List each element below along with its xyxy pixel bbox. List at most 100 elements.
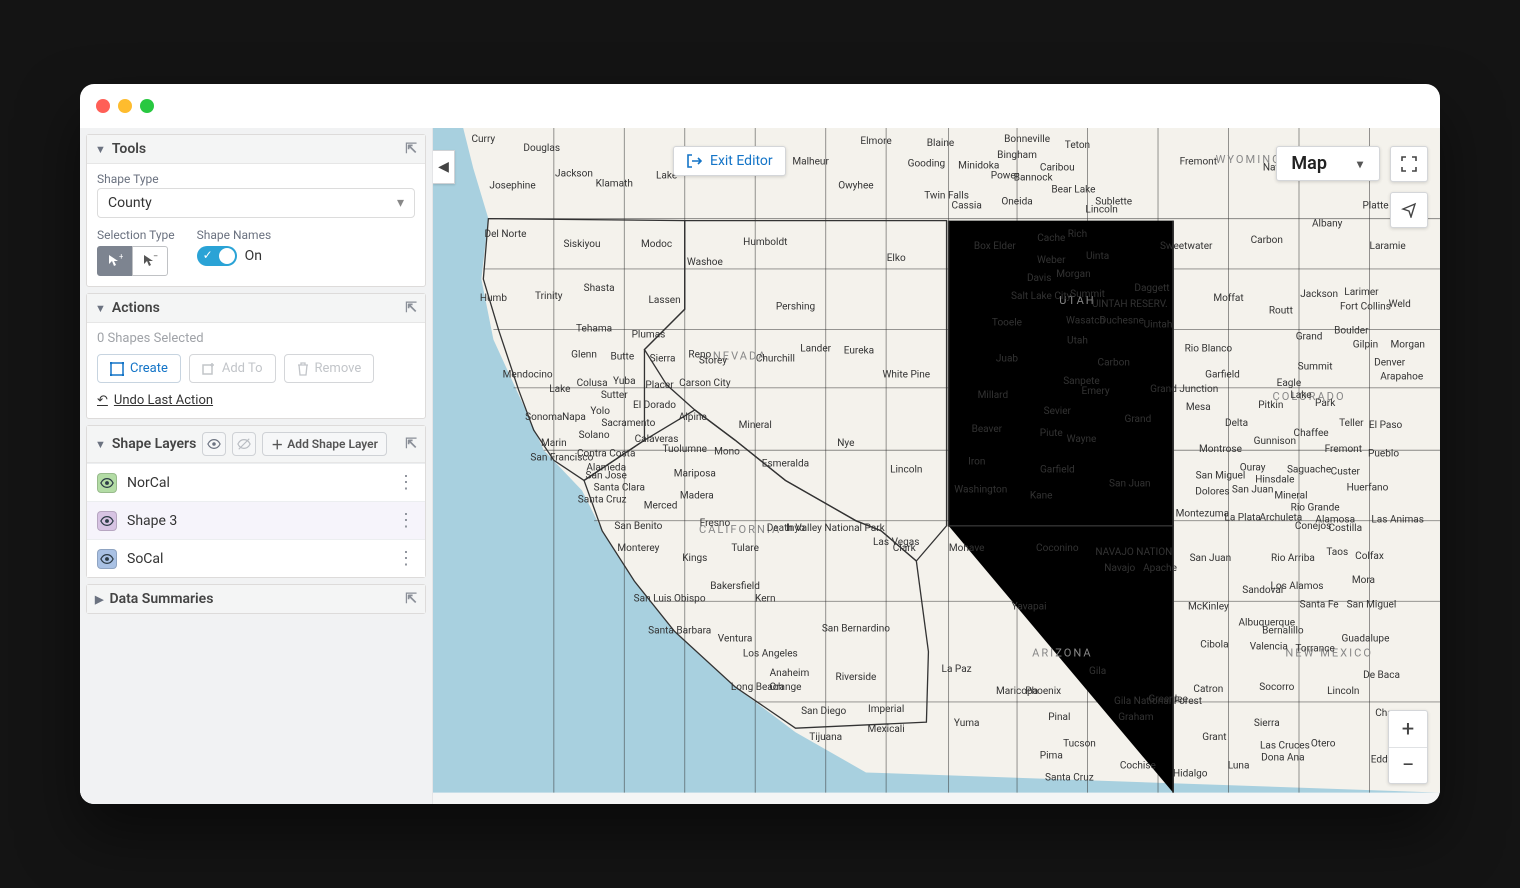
check-icon: ✓ <box>203 248 213 262</box>
locate-button[interactable] <box>1390 192 1428 228</box>
shapes-selected-text: 0 Shapes Selected <box>97 331 415 346</box>
shape-type-label: Shape Type <box>97 172 415 186</box>
exit-editor-button[interactable]: Exit Editor <box>673 146 786 176</box>
fullscreen-button[interactable] <box>1390 146 1428 182</box>
shape-type-select[interactable]: County ▾ <box>97 188 415 218</box>
eye-icon <box>98 474 116 492</box>
eye-icon <box>98 550 116 568</box>
fullscreen-icon <box>1401 156 1417 172</box>
layer-swatch[interactable] <box>97 549 117 569</box>
eye-icon <box>98 512 116 530</box>
selection-add-button[interactable]: + <box>97 246 133 276</box>
layer-swatch[interactable] <box>97 473 117 493</box>
map-type-selector[interactable]: Map ▾ <box>1276 146 1380 181</box>
actions-panel-header[interactable]: ▼ Actions ⇱ <box>87 294 425 323</box>
create-label: Create <box>130 361 168 376</box>
layers-list: NorCal⋮Shape 3⋮SoCal⋮ <box>87 463 425 577</box>
chevron-down-icon: ▼ <box>95 438 106 451</box>
minus-icon: − <box>1402 753 1415 778</box>
shape-names-toggle[interactable]: ✓ <box>197 246 237 266</box>
add-to-icon <box>202 362 216 376</box>
remove-button[interactable]: Remove <box>284 354 375 383</box>
kebab-icon[interactable]: ⋮ <box>397 510 415 531</box>
actions-title: Actions <box>112 300 160 316</box>
actions-panel: ▼ Actions ⇱ 0 Shapes Selected Create <box>86 293 426 419</box>
show-all-layers-button[interactable] <box>202 432 226 456</box>
locate-icon <box>1401 202 1417 218</box>
zoom-out-button[interactable]: − <box>1389 747 1427 783</box>
popout-icon[interactable]: ⇱ <box>405 300 417 316</box>
polygon-icon <box>110 362 124 376</box>
window-minimize-button[interactable] <box>118 99 132 113</box>
state-label: NEVADA <box>713 350 767 363</box>
exit-icon <box>686 153 702 169</box>
plus-icon: ＋ <box>271 436 283 453</box>
window-close-button[interactable] <box>96 99 110 113</box>
state-label: ARIZONA <box>1032 647 1092 660</box>
state-label: COLORADO <box>1273 390 1346 403</box>
popout-icon[interactable]: ⇱ <box>405 141 417 157</box>
chevron-left-icon: ◀ <box>438 159 449 175</box>
toggle-knob <box>219 248 235 264</box>
app-window: ▼ Tools ⇱ Shape Type County ▾ Selection … <box>80 84 1440 804</box>
selection-remove-button[interactable]: − <box>132 246 168 276</box>
hide-all-layers-button[interactable] <box>232 432 256 456</box>
chevron-right-icon: ▶ <box>95 593 103 606</box>
add-shape-layer-label: Add Shape Layer <box>287 437 378 451</box>
tools-panel-header[interactable]: ▼ Tools ⇱ <box>87 135 425 164</box>
chevron-down-icon: ▾ <box>1357 157 1363 171</box>
shape-names-label: Shape Names <box>197 228 272 242</box>
layer-swatch[interactable] <box>97 511 117 531</box>
selection-type-label: Selection Type <box>97 228 175 242</box>
plus-icon: + <box>1402 717 1414 742</box>
tools-panel: ▼ Tools ⇱ Shape Type County ▾ Selection … <box>86 134 426 287</box>
undo-icon: ↶ <box>97 393 108 408</box>
map-canvas[interactable]: ◀ Exit Editor Map ▾ + − <box>432 128 1440 804</box>
map-type-label: Map <box>1291 153 1327 174</box>
trash-icon <box>297 362 309 376</box>
addto-label: Add To <box>222 361 263 376</box>
svg-text:+: + <box>119 253 123 261</box>
shape-layers-title: Shape Layers <box>112 436 196 452</box>
sidebar-collapse-button[interactable]: ◀ <box>433 150 455 184</box>
data-summaries-title: Data Summaries <box>109 591 213 607</box>
add-shape-layer-button[interactable]: ＋ Add Shape Layer <box>262 432 387 456</box>
layer-row[interactable]: Shape 3 ⋮ <box>87 501 425 539</box>
eye-icon <box>207 437 221 451</box>
remove-label: Remove <box>315 361 362 376</box>
shape-names-state: On <box>245 248 262 264</box>
selection-type-buttons: + − <box>97 246 175 276</box>
undo-label: Undo Last Action <box>114 393 213 408</box>
state-label: UTAH <box>1059 294 1096 307</box>
data-summaries-header[interactable]: ▶ Data Summaries ⇱ <box>87 585 425 613</box>
undo-link[interactable]: ↶ Undo Last Action <box>97 393 213 408</box>
cursor-plus-icon: + <box>107 253 123 269</box>
addto-button[interactable]: Add To <box>189 354 276 383</box>
state-label: CALIFORNIA <box>699 523 781 536</box>
exit-editor-label: Exit Editor <box>710 153 773 169</box>
kebab-icon[interactable]: ⋮ <box>397 548 415 569</box>
zoom-in-button[interactable]: + <box>1389 711 1427 747</box>
state-label: WYOMING <box>1216 153 1282 166</box>
layer-row[interactable]: SoCal⋮ <box>87 539 425 577</box>
chevron-down-icon: ▼ <box>95 143 106 156</box>
shape-layers-panel: ▼ Shape Layers ＋ Add Shape Layer ⇱ N <box>86 425 426 578</box>
layer-name: NorCal <box>127 475 387 491</box>
zoom-controls: + − <box>1388 710 1428 784</box>
shape-layers-header[interactable]: ▼ Shape Layers ＋ Add Shape Layer ⇱ <box>87 426 425 463</box>
chevron-down-icon: ▾ <box>397 195 404 211</box>
popout-icon[interactable]: ⇱ <box>405 591 417 607</box>
cursor-minus-icon: − <box>142 253 158 269</box>
window-maximize-button[interactable] <box>140 99 154 113</box>
map-svg: CALIFORNIA NEVADA UTAH ARIZONA COLORADO WYOMI… <box>433 128 1440 793</box>
create-button[interactable]: Create <box>97 354 181 383</box>
layer-row[interactable]: NorCal ⋮ <box>87 463 425 501</box>
kebab-icon[interactable]: ⋮ <box>397 472 415 493</box>
app-body: ▼ Tools ⇱ Shape Type County ▾ Selection … <box>80 128 1440 804</box>
popout-icon[interactable]: ⇱ <box>405 436 417 452</box>
data-summaries-panel: ▶ Data Summaries ⇱ <box>86 584 426 614</box>
layer-name: Shape 3 <box>127 513 387 529</box>
tools-title: Tools <box>112 141 146 157</box>
state-label: NEW MEXICO <box>1285 647 1373 660</box>
window-titlebar <box>80 84 1440 128</box>
